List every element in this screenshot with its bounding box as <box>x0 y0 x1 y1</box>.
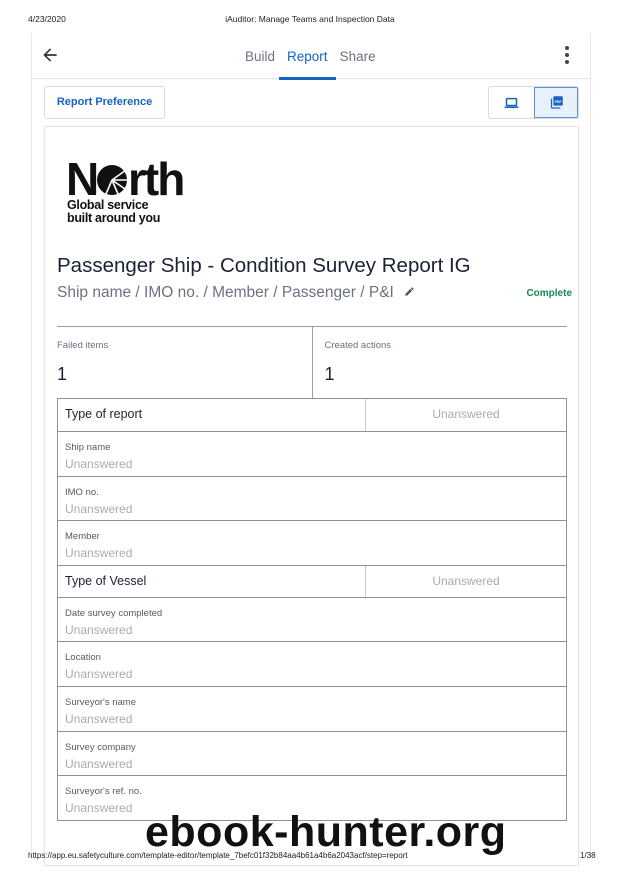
laptop-icon <box>504 97 519 108</box>
question-label: Member <box>65 531 100 543</box>
logo-tagline-line2: built around you <box>67 210 161 225</box>
table-row: Type of Vessel Unanswered <box>58 564 566 597</box>
question-label: IMO no. <box>65 486 99 498</box>
table-row: Type of report Unanswered <box>58 399 566 431</box>
question-label: Date survey completed <box>65 607 163 619</box>
question-label: Type of report <box>58 399 366 431</box>
question-label: Survey company <box>65 741 136 753</box>
answer-value: Unanswered <box>65 501 133 516</box>
question-label: Surveyor's name <box>65 696 136 708</box>
table-row: Survey company Unanswered <box>58 730 566 776</box>
answer-value: Unanswered <box>65 667 133 682</box>
view-toggle: PDF <box>488 86 579 119</box>
report-subtitle: Ship name / IMO no. / Member / Passenger… <box>57 284 415 302</box>
report-preference-button[interactable]: Report Preference <box>44 86 165 119</box>
company-logo: N rth Global service built around you <box>66 153 211 229</box>
svg-text:N: N <box>66 157 97 203</box>
svg-text:PDF: PDF <box>554 100 562 104</box>
answer-value: Unanswered <box>65 546 133 561</box>
table-row: IMO no. Unanswered <box>58 475 566 521</box>
watermark: ebook-hunter.org <box>145 808 507 856</box>
answer-value: Unanswered <box>65 457 133 471</box>
tab-report[interactable]: Report <box>279 33 336 80</box>
table-row: Ship name Unanswered <box>58 431 566 476</box>
north-wordmark: N rth <box>66 153 185 205</box>
answer-value: Unanswered <box>65 756 133 771</box>
table-row: Member Unanswered <box>58 520 566 565</box>
logo-tagline: Global service built around you <box>67 199 160 224</box>
tab-share[interactable]: Share <box>337 33 379 79</box>
table-row: Surveyor's name Unanswered <box>58 685 566 731</box>
question-label: Type of Vessel <box>58 565 366 597</box>
tab-build[interactable]: Build <box>242 33 278 79</box>
tab-bar: Build Report Share <box>242 33 385 80</box>
answer-value: Unanswered <box>432 407 500 421</box>
answer-value: Unanswered <box>432 573 500 588</box>
report-sheet: N rth Global service built around you Pa… <box>44 126 579 866</box>
table-row: Date survey completed Unanswered <box>58 596 566 642</box>
more-vertical-icon[interactable] <box>564 46 570 66</box>
pencil-icon[interactable] <box>404 286 415 297</box>
print-header: 4/23/2020 iAuditor: Manage Teams and Ins… <box>0 14 620 26</box>
arrow-left-icon[interactable] <box>40 45 60 65</box>
answer-value: Unanswered <box>65 622 133 637</box>
web-view-button[interactable] <box>489 87 534 118</box>
status-badge: Complete <box>526 288 572 299</box>
table-row: Location Unanswered <box>58 641 566 686</box>
stat-value: 1 <box>324 364 335 384</box>
stat-label: Failed items <box>57 340 109 351</box>
report-subtitle-text: Ship name / IMO no. / Member / Passenger… <box>57 284 394 301</box>
stat-value: 1 <box>57 364 68 384</box>
print-page-number: 1/38 <box>580 851 596 860</box>
summary-stats: Failed items 1 Created actions 1 <box>57 326 567 398</box>
print-title: iAuditor: Manage Teams and Inspection Da… <box>225 14 395 24</box>
top-bar: Build Report Share <box>32 33 590 80</box>
question-label: Location <box>65 652 101 664</box>
stat-failed-items: Failed items 1 <box>57 327 312 398</box>
question-table: Type of report Unanswered Ship name Unan… <box>57 398 567 821</box>
question-label: Ship name <box>65 442 111 453</box>
stat-created-actions: Created actions 1 <box>311 327 568 398</box>
report-title: Passenger Ship - Condition Survey Report… <box>57 254 471 277</box>
pdf-view-button[interactable]: PDF <box>533 87 578 118</box>
pdf-icon: PDF <box>550 96 563 109</box>
svg-text:rth: rth <box>128 157 183 203</box>
logo-tagline-line1: Global service <box>67 198 149 212</box>
app-window: Build Report Share Report Preference PDF… <box>31 33 591 866</box>
answer-value: Unanswered <box>65 711 133 726</box>
stat-label: Created actions <box>324 340 392 351</box>
question-label: Surveyor's ref. no. <box>65 786 142 798</box>
